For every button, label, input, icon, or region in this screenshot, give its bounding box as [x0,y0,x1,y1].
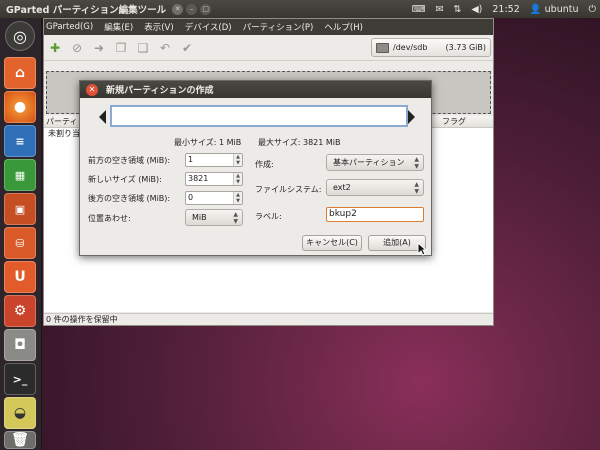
combo-arrows-icon: ▲ ▼ [414,181,419,195]
terminal-icon[interactable]: >_ [4,363,36,395]
keyboard-icon[interactable]: ⌨ [412,4,426,15]
system-settings-icon[interactable]: ⚙ [4,295,36,327]
gparted-icon[interactable]: ◒ [4,397,36,429]
mouse-cursor-icon [417,242,427,256]
add-label: 追加(A) [383,238,411,247]
filesystem-combo[interactable]: ext2 ▲ ▼ [326,179,424,196]
min-size-label: 最小サイズ: 1 MiB [174,138,242,147]
menu-help[interactable]: ヘルプ(H) [324,21,363,33]
align-value: MiB [192,213,207,222]
device-size: (3.73 GiB) [445,43,486,52]
cancel-button[interactable]: キャンセル(C) [302,235,362,251]
free-before-value: 1 [188,155,194,164]
combo-arrows-icon: ▲ ▼ [414,156,419,170]
clock[interactable]: 21:52 [492,4,519,15]
menu-partition[interactable]: パーティション(P) [243,21,314,33]
create-as-label: 作成: [255,160,274,169]
spin-buttons-icon[interactable]: ▲ ▼ [233,192,242,204]
home-folder-icon[interactable]: ⌂ [4,57,36,89]
partition-label-label: ラベル: [255,212,282,221]
trash-icon[interactable]: 🗑 [4,431,36,449]
toolbar: ✚ ⊘ ➜ ❐ ❏ ↶ ✔ /dev/sdb (3.73 GiB) [44,35,493,61]
create-as-combo[interactable]: 基本パーティション ▲ ▼ [326,154,424,171]
create-as-value: 基本パーティション [333,158,405,167]
undo-icon[interactable]: ↶ [156,39,174,57]
menu-view[interactable]: 表示(V) [144,21,173,33]
copy-icon[interactable]: ❐ [112,39,130,57]
row-unallocated: 未割り当 [48,129,80,138]
cancel-label: キャンセル(C) [306,238,358,247]
indicator-area: ⌨ ✉ ⇅ ◀) 21:52 👤 ubuntu ⏻ [412,0,596,18]
dialog-title: 新規パーティションの作成 [106,86,214,96]
status-bar: 0 件の操作を保留中 [44,313,493,325]
free-after-spin[interactable]: 0 ▲ ▼ [185,191,243,205]
new-partition-dialog: ✕ 新規パーティションの作成 最小サイズ: 1 MiB 最大サイズ: 3821 … [79,80,432,256]
unity-launcher: ◎ ⌂ ● ≡ ▦ ▣ ⛁ U ⚙ ◘ >_ ◒ 🗑 [0,18,42,450]
user-name[interactable]: 👤 ubuntu [530,4,579,15]
col-flags[interactable]: フラグ [442,116,466,127]
filesystem-label: ファイルシステム: [255,185,322,194]
user-label: ubuntu [544,3,579,15]
align-label: 位置あわせ: [88,214,131,223]
align-combo[interactable]: MiB ▲ ▼ [185,209,243,226]
paste-icon[interactable]: ❏ [134,39,152,57]
resize-left-handle-icon[interactable] [99,110,106,124]
maximize-icon[interactable]: □ [200,3,212,15]
menu-edit[interactable]: 編集(E) [104,21,133,33]
impress-icon[interactable]: ▣ [4,193,36,225]
new-size-spin[interactable]: 3821 ▲ ▼ [185,172,243,186]
top-panel: GParted パーティション編集ツール ✕ – □ ⌨ ✉ ⇅ ◀) 21:5… [0,0,600,18]
new-size-label: 新しいサイズ (MiB): [88,175,162,184]
network-icon[interactable]: ⇅ [453,4,461,15]
apply-icon[interactable]: ✔ [178,39,196,57]
resize-right-handle-icon[interactable] [408,110,415,124]
active-app-title: GParted パーティション編集ツール [6,5,167,16]
new-size-value: 3821 [188,174,209,183]
delete-icon[interactable]: ⊘ [68,39,86,57]
close-icon[interactable]: ✕ [86,83,98,96]
software-center-icon[interactable]: ⛁ [4,227,36,259]
harddisk-icon [376,42,389,53]
partition-label-value: bkup2 [329,209,357,219]
spin-buttons-icon[interactable]: ▲ ▼ [233,154,242,166]
ubuntu-logo-icon[interactable]: ◎ [5,21,35,51]
resize-icon[interactable]: ➜ [90,39,108,57]
partition-label-input[interactable]: bkup2 [326,207,424,222]
power-icon[interactable]: ⏻ [588,4,596,15]
ubuntu-one-icon[interactable]: U [4,261,36,293]
combo-arrows-icon: ▲ ▼ [233,211,238,225]
spin-buttons-icon[interactable]: ▲ ▼ [233,173,242,185]
device-selector[interactable]: /dev/sdb (3.73 GiB) [371,38,491,57]
global-window-controls: ✕ – □ [172,3,212,15]
menu-gparted[interactable]: GParted(G) [46,22,93,32]
col-partition[interactable]: パーティ [46,116,78,127]
calc-icon[interactable]: ▦ [4,159,36,191]
device-name: /dev/sdb [393,43,428,52]
free-before-label: 前方の空き領域 (MiB): [88,156,171,165]
free-after-label: 後方の空き領域 (MiB): [88,194,171,203]
free-after-value: 0 [188,193,194,202]
dialog-titlebar: ✕ 新規パーティションの作成 [80,81,431,98]
filesystem-value: ext2 [333,183,351,192]
free-before-spin[interactable]: 1 ▲ ▼ [185,153,243,167]
menu-bar: GParted(G) 編集(E) 表示(V) デバイス(D) パーティション(P… [44,19,493,35]
menu-device[interactable]: デバイス(D) [185,21,232,33]
max-size-label: 最大サイズ: 3821 MiB [258,138,341,147]
partition-resizer[interactable] [110,105,408,127]
writer-icon[interactable]: ≡ [4,125,36,157]
mail-icon[interactable]: ✉ [435,4,443,15]
close-icon[interactable]: ✕ [172,3,184,15]
screenshot-icon[interactable]: ◘ [4,329,36,361]
new-partition-icon[interactable]: ✚ [46,39,64,57]
minimize-icon[interactable]: – [186,3,198,15]
firefox-icon[interactable]: ● [4,91,36,123]
volume-icon[interactable]: ◀) [471,4,482,15]
